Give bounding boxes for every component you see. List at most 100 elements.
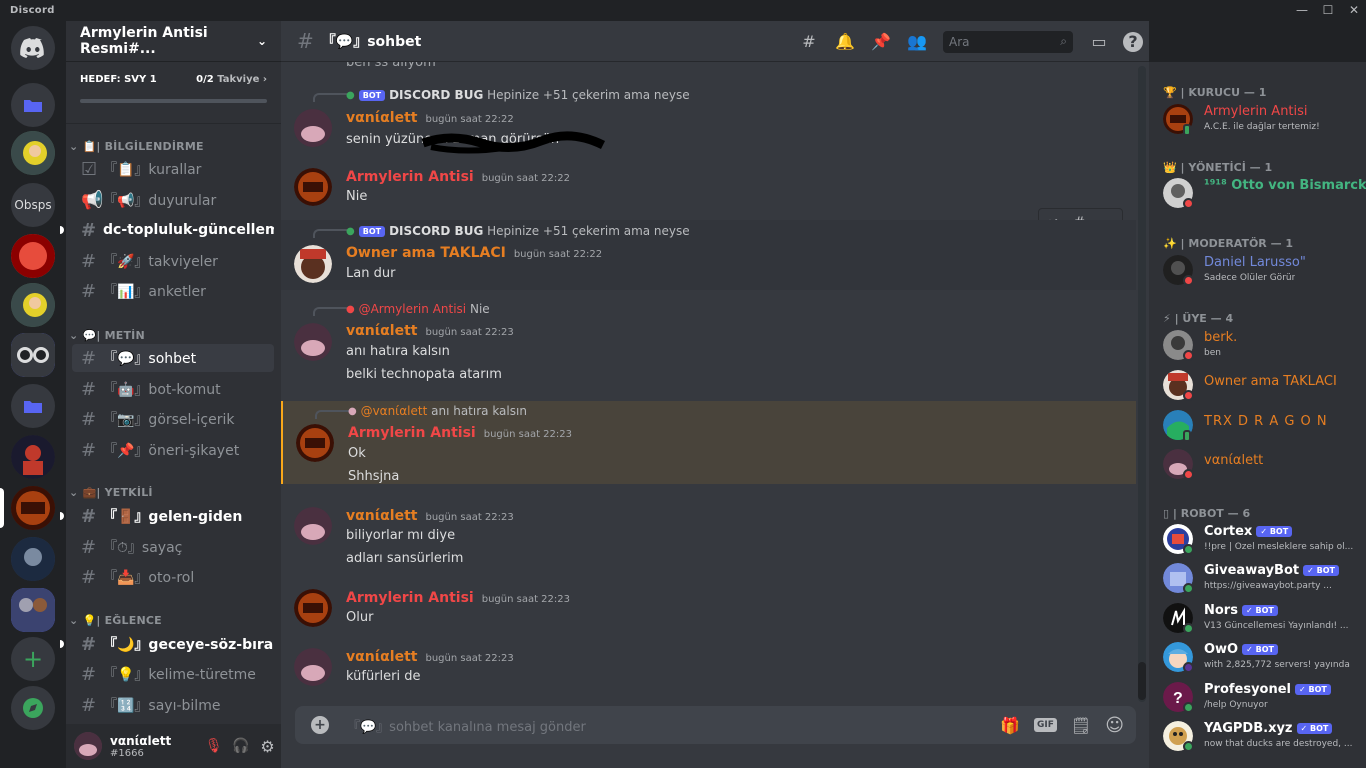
scrollbar-track[interactable] [1138, 66, 1146, 702]
category-eglence[interactable]: ⌄ 💡 | EĞLENCE [66, 612, 162, 628]
category-metin[interactable]: ⌄ 💬 | METİN [66, 327, 145, 343]
sticker-icon[interactable]: 🗒 [1071, 716, 1091, 735]
member-item[interactable]: ? Profesyonel ✓ BOT /help Oynuyor [1163, 678, 1363, 718]
message-author[interactable]: Armylerin Antisi [346, 169, 474, 185]
message-author[interactable]: vαnίαlett [346, 110, 417, 126]
member-item[interactable]: Armylerin Antisi A.C.E. ile dağlar terte… [1163, 100, 1363, 140]
message-item[interactable]: ● @Armylerin Antisi Nie vαnίαlett bugün s… [281, 298, 1136, 393]
message-item[interactable]: ● BOT DISCORD BUG Hepinize +51 çekerim ama… [281, 84, 1136, 154]
bell-icon[interactable]: 🔔 [833, 30, 857, 54]
gear-icon[interactable]: ⚙ [254, 737, 281, 756]
channel-kelime-turetme[interactable]: # 『💡』kelime-türetme [72, 660, 274, 688]
member-name: OwO [1204, 642, 1239, 657]
server-folder-2[interactable] [11, 384, 55, 428]
avatar[interactable] [294, 245, 332, 283]
channel-sayi-bilme[interactable]: # 『🔢』sayı-bilme [72, 691, 274, 719]
member-item[interactable]: Daniel Larusso" Sadece Ölüler Görür [1163, 251, 1363, 291]
avatar[interactable] [294, 648, 332, 686]
message-item[interactable]: vαnίαlett bugün saat 22:23 küfürleri de [281, 644, 1136, 694]
message-item[interactable]: Armylerin Antisi bugün saat 22:22 Nie [281, 164, 1136, 219]
server-header[interactable]: Armylerin Antisi Resmi#... ⌄ [66, 21, 281, 62]
channel-oto-rol[interactable]: # 『📥』oto-rol [72, 563, 274, 591]
avatar[interactable] [294, 323, 332, 361]
close-icon[interactable]: ✕ [1344, 2, 1364, 19]
channel-geceye-soz-birak[interactable]: # 『🌙』geceye-söz-bırak [72, 630, 274, 658]
category-bilgilendirme[interactable]: ⌄ 📋 | BİLGİLENDİRME [66, 138, 204, 154]
member-item[interactable]: OwO ✓ BOT with 2,825,772 servers! yayında [1163, 638, 1363, 678]
server-icon-teletubby-1[interactable] [11, 131, 55, 175]
member-item[interactable]: Owner ama TAKLACI [1163, 366, 1363, 406]
message-author[interactable]: Owner ama TAKLACI [346, 245, 506, 261]
message-composer[interactable]: + 『💬』sohbet kanalına mesaj gönder 🎁 GIF … [295, 706, 1136, 744]
server-icon-teletubby-2[interactable] [11, 283, 55, 327]
server-folder-1[interactable] [11, 83, 55, 127]
server-obsps[interactable]: Obsps [11, 183, 55, 227]
channel-kurallar[interactable]: ☑ 『📋』kurallar [72, 155, 274, 183]
message-author[interactable]: vαnίαlett [346, 649, 417, 665]
boost-count: 0/2 [196, 74, 214, 85]
hash-icon: # [81, 219, 97, 241]
avatar[interactable] [294, 589, 332, 627]
scrollbar-thumb[interactable] [1138, 662, 1146, 700]
gift-icon[interactable]: 🎁 [1000, 716, 1020, 735]
member-item[interactable]: Cortex ✓ BOT !!pre | Özel mesleklere sahi… [1163, 520, 1363, 560]
avatar[interactable] [294, 168, 332, 206]
help-icon[interactable]: ? [1123, 31, 1143, 52]
message-author[interactable]: vαnίαlett [346, 323, 417, 339]
message-item[interactable]: vαnίαlett bugün saat 22:23 biliyorlar mı … [281, 503, 1136, 573]
channel-dc-topluluk[interactable]: # dc-topluluk-güncellem... [72, 216, 274, 244]
add-server-button[interactable]: + [11, 637, 55, 681]
member-item[interactable]: TRX D R A G O N [1163, 406, 1363, 446]
message-author[interactable]: vαnίαlett [346, 508, 417, 524]
gif-icon[interactable]: GIF [1034, 718, 1057, 732]
avatar[interactable] [74, 732, 102, 760]
emoji-icon[interactable]: ☺ [1105, 715, 1124, 736]
server-icon-support[interactable] [11, 234, 55, 278]
channel-gelen-giden[interactable]: # 『🚪』gelen-giden [72, 502, 274, 530]
search-input[interactable]: Ara ⌕ [943, 30, 1073, 53]
message-item[interactable]: Armylerin Antisi bugün saat 22:23 Olur [281, 585, 1136, 635]
home-button[interactable] [11, 26, 55, 70]
member-item[interactable]: GiveawayBot ✓ BOT https://giveawaybot.par… [1163, 559, 1363, 599]
channel-takviyeler[interactable]: # 『🚀』takviyeler [72, 247, 274, 275]
channel-sayac[interactable]: # 『⏱』sayaç [72, 533, 274, 561]
explore-servers-button[interactable] [11, 686, 55, 730]
member-item[interactable]: vαnίαlett [1163, 445, 1363, 485]
boost-goal[interactable]: HEDEF: SVY 1 0/2 Takviye › [66, 62, 281, 124]
message-input[interactable]: 『💬』sohbet kanalına mesaj gönder [347, 716, 1000, 735]
member-item[interactable]: berk. ben [1163, 326, 1363, 366]
channel-bot-komut[interactable]: # 『🤖』bot-komut [72, 375, 274, 403]
message-author[interactable]: Armylerin Antisi [346, 590, 474, 606]
member-list-icon[interactable]: 👥 [905, 30, 929, 54]
member-item[interactable]: ¹⁹¹⁸ Otto von Bismarck... [1163, 174, 1366, 214]
search-placeholder: Ara [949, 34, 970, 49]
channel-gorsel-icerik[interactable]: # 『📷』görsel-içerik [72, 405, 274, 433]
server-icon-armylerin[interactable] [11, 486, 55, 530]
member-item[interactable]: Nors ✓ BOT V13 Güncellemesi Yayınlandı! .… [1163, 599, 1363, 639]
avatar[interactable] [294, 109, 332, 147]
maximize-icon[interactable]: ☐ [1318, 2, 1338, 19]
message-item-mention[interactable]: ● @vαnίαlett anı hatıra kalsın Armylerin… [281, 401, 1136, 484]
channel-anketler[interactable]: # 『📊』anketler [72, 277, 274, 305]
category-yetkili[interactable]: ⌄ 💼 | YETKİLİ [66, 484, 153, 500]
member-item[interactable]: YAGPDB.xyz ✓ BOT now that ducks are destr… [1163, 717, 1363, 757]
avatar[interactable] [296, 424, 334, 462]
channel-sohbet[interactable]: # 『💬』sohbet [72, 344, 274, 372]
channel-oneri-sikayet[interactable]: # 『📌』öneri-şikayet [72, 436, 274, 464]
threads-icon[interactable]: # [797, 30, 821, 54]
message-item[interactable]: ● BOT DISCORD BUG Hepinize +51 çekerim ama… [281, 220, 1136, 290]
pin-icon[interactable]: 📌 [869, 30, 893, 54]
server-icon-person[interactable] [11, 537, 55, 581]
minimize-icon[interactable]: — [1292, 2, 1312, 19]
channel-label: 『🤖』bot-komut [103, 382, 221, 398]
attach-plus-icon[interactable]: + [311, 716, 329, 734]
server-icon-sports[interactable] [11, 435, 55, 479]
server-folder-3[interactable] [11, 588, 55, 632]
channel-duyurular[interactable]: 📢 『📢』duyurular [72, 186, 274, 214]
microphone-muted-icon[interactable]: 🎙 [200, 738, 227, 754]
inbox-icon[interactable]: ▭ [1087, 30, 1111, 54]
avatar[interactable] [294, 507, 332, 545]
headphones-deafened-icon[interactable]: 🎧 [227, 738, 254, 754]
server-icon-df[interactable] [11, 333, 55, 377]
message-author[interactable]: Armylerin Antisi [348, 425, 476, 441]
